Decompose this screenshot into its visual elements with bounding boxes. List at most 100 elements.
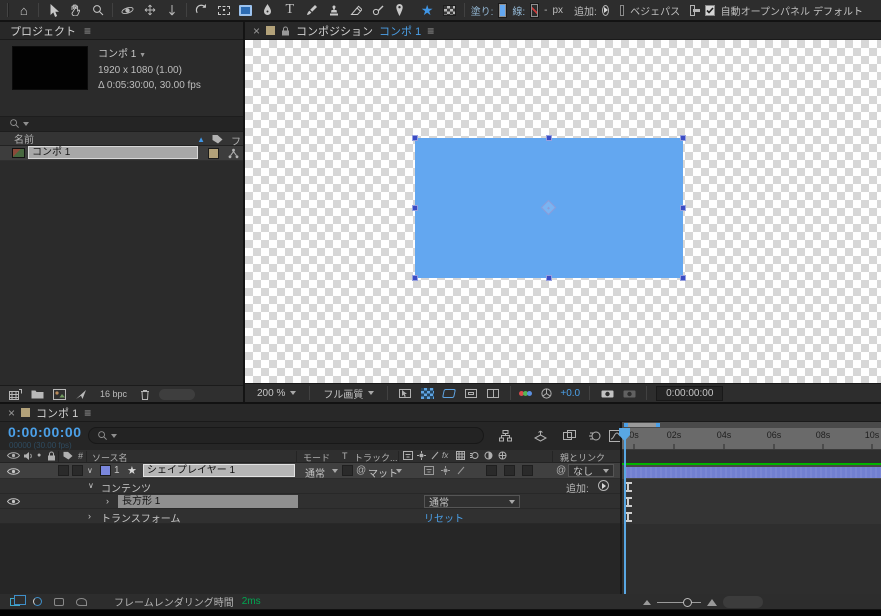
search-options-caret[interactable] xyxy=(23,122,29,126)
pan-camera-tool[interactable] xyxy=(139,1,160,19)
pan-behind-anchor-tool[interactable] xyxy=(213,1,234,19)
layer-row[interactable]: ∨ 1 ★ シェイプレイヤー 1 通常 @ マット @ なし xyxy=(0,463,620,479)
layer-visibility-eye-icon[interactable] xyxy=(7,467,20,476)
preview-cache-icon[interactable] xyxy=(30,596,44,608)
bpc-button[interactable]: 16 bpc xyxy=(96,388,131,400)
orbit-camera-tool[interactable] xyxy=(117,1,138,19)
collapse-switch-icon[interactable] xyxy=(417,451,426,460)
rectangle-tool[interactable] xyxy=(235,1,256,19)
draft-3d-button[interactable] xyxy=(531,428,549,443)
time-ruler[interactable]: 0s 02s 04s 06s 08s 10s xyxy=(622,428,881,450)
timeline-options-pill[interactable] xyxy=(723,596,763,608)
zoom-out-mountain-icon[interactable] xyxy=(643,600,651,605)
timeline-tab-title[interactable]: コンポ 1 xyxy=(36,405,78,421)
rotation-tool[interactable] xyxy=(191,1,212,19)
pan-zoom-button[interactable] xyxy=(397,386,413,400)
layer-collapse-switch[interactable] xyxy=(441,466,450,475)
shy-switch-icon[interactable] xyxy=(403,451,413,460)
dolly-camera-tool[interactable] xyxy=(161,1,182,19)
brush-tool[interactable] xyxy=(301,1,322,19)
composition-flowchart-button[interactable] xyxy=(496,428,514,443)
fill-color-swatch[interactable] xyxy=(499,4,506,17)
star-toggle-button[interactable]: ★ xyxy=(417,1,438,19)
composition-viewport[interactable] xyxy=(245,40,881,383)
effects-switch-icon[interactable]: fx xyxy=(442,451,448,460)
transform-reset-link[interactable]: リセット xyxy=(424,510,464,525)
stroke-width-value[interactable]: - xyxy=(544,5,547,16)
adjustment-switch-icon[interactable] xyxy=(484,451,493,460)
transform-group-label[interactable]: トランスフォーム xyxy=(101,510,181,525)
transparency-grid-toggle[interactable] xyxy=(419,386,435,400)
selection-handle-top-left[interactable] xyxy=(412,135,418,141)
render-settings-icon[interactable] xyxy=(52,596,66,608)
auto-open-panel-checkbox[interactable] xyxy=(705,5,715,16)
item-label-swatch[interactable] xyxy=(208,148,219,159)
new-composition-icon[interactable] xyxy=(53,389,66,400)
lock-column-icon[interactable] xyxy=(47,451,56,461)
track-matte-pick-icon[interactable]: @ xyxy=(356,465,366,476)
bezier-path-checkbox[interactable] xyxy=(620,5,624,16)
comp-info-name[interactable]: コンポ 1 xyxy=(98,49,136,60)
column-name-label[interactable]: 名前 xyxy=(14,131,34,146)
panel-menu-icon[interactable]: ≡ xyxy=(427,24,434,38)
rectangle-group-name[interactable]: 長方形 1 xyxy=(118,495,298,508)
search-options-caret[interactable] xyxy=(111,434,117,438)
anchor-point-icon[interactable] xyxy=(541,200,557,216)
home-button[interactable]: ⌂ xyxy=(13,1,34,19)
project-item-row[interactable]: コンポ 1 xyxy=(0,146,243,161)
group-expander[interactable]: › xyxy=(88,511,91,521)
transform-group-row[interactable]: › トランスフォーム リセット xyxy=(0,509,620,524)
fill-label[interactable]: 塗り: xyxy=(471,3,494,18)
workspace-default-button[interactable]: デフォルト xyxy=(813,3,863,18)
quality-switch-icon[interactable] xyxy=(431,451,439,460)
composition-tab-comp-name[interactable]: コンポ 1 xyxy=(379,23,421,39)
selection-handle-top-right[interactable] xyxy=(680,135,686,141)
layer-shy-switch[interactable] xyxy=(424,466,434,475)
zoom-tool[interactable] xyxy=(87,1,108,19)
solo-column-icon[interactable]: ● xyxy=(37,452,41,459)
layer-label-swatch[interactable] xyxy=(100,465,111,476)
composition-tab-title[interactable]: コンポジション xyxy=(296,23,373,39)
auto-open-panel-label[interactable]: 自動オープンパネル xyxy=(721,3,810,18)
audio-column-icon[interactable] xyxy=(23,451,33,461)
sort-ascending-icon[interactable]: ▲ xyxy=(197,135,205,144)
region-of-interest-toggle[interactable] xyxy=(463,386,479,400)
magnification-dropdown[interactable]: 200 % xyxy=(253,387,300,400)
timeline-track-area[interactable]: 0s 02s 04s 06s 08s 10s xyxy=(620,422,881,594)
transparency-grid-button[interactable] xyxy=(439,1,460,19)
selection-handle-mid-left[interactable] xyxy=(412,205,418,211)
project-search-field[interactable] xyxy=(0,116,243,132)
layer-switch-well[interactable] xyxy=(504,465,515,476)
panel-menu-icon[interactable]: ≡ xyxy=(84,24,91,38)
pen-tool[interactable] xyxy=(257,1,278,19)
selection-handle-bottom-right[interactable] xyxy=(680,275,686,281)
panel-menu-icon[interactable]: ≡ xyxy=(84,406,91,420)
layer-name-field[interactable]: シェイプレイヤー 1 xyxy=(143,464,295,477)
rectangle-group-row[interactable]: › 長方形 1 通常 xyxy=(0,494,620,509)
selection-handle-bottom-center[interactable] xyxy=(546,275,552,281)
show-snapshot-button[interactable] xyxy=(621,386,637,400)
project-list-header[interactable]: 名前 ▲ フ xyxy=(0,132,243,146)
stroke-label[interactable]: 線: xyxy=(512,3,525,18)
playhead-line[interactable] xyxy=(624,428,626,594)
puppet-pin-tool[interactable] xyxy=(389,1,410,19)
exposure-value[interactable]: +0.0 xyxy=(560,388,580,399)
layer-quality-switch[interactable] xyxy=(457,466,465,475)
take-snapshot-button[interactable] xyxy=(599,386,615,400)
3d-switch-icon[interactable] xyxy=(498,451,507,460)
toolbar-grip[interactable] xyxy=(7,3,9,17)
timeline-zoom-slider[interactable] xyxy=(657,602,701,603)
interpret-footage-icon[interactable] xyxy=(9,389,22,400)
hand-tool[interactable] xyxy=(65,1,86,19)
project-item-name[interactable]: コンポ 1 xyxy=(28,146,198,159)
motion-blur-button[interactable] xyxy=(586,428,604,443)
shape-layer-rectangle[interactable] xyxy=(415,138,683,278)
stroke-color-swatch[interactable] xyxy=(531,4,538,17)
exposure-reset-button[interactable] xyxy=(538,386,554,400)
roto-brush-tool[interactable] xyxy=(367,1,388,19)
slow-render-snail-icon[interactable] xyxy=(74,596,88,608)
frame-blend-switch-icon[interactable] xyxy=(456,451,465,460)
parent-link-dropdown[interactable]: なし xyxy=(568,464,614,477)
project-settings-icon[interactable] xyxy=(75,389,87,400)
layer-switch-well[interactable] xyxy=(72,465,83,476)
